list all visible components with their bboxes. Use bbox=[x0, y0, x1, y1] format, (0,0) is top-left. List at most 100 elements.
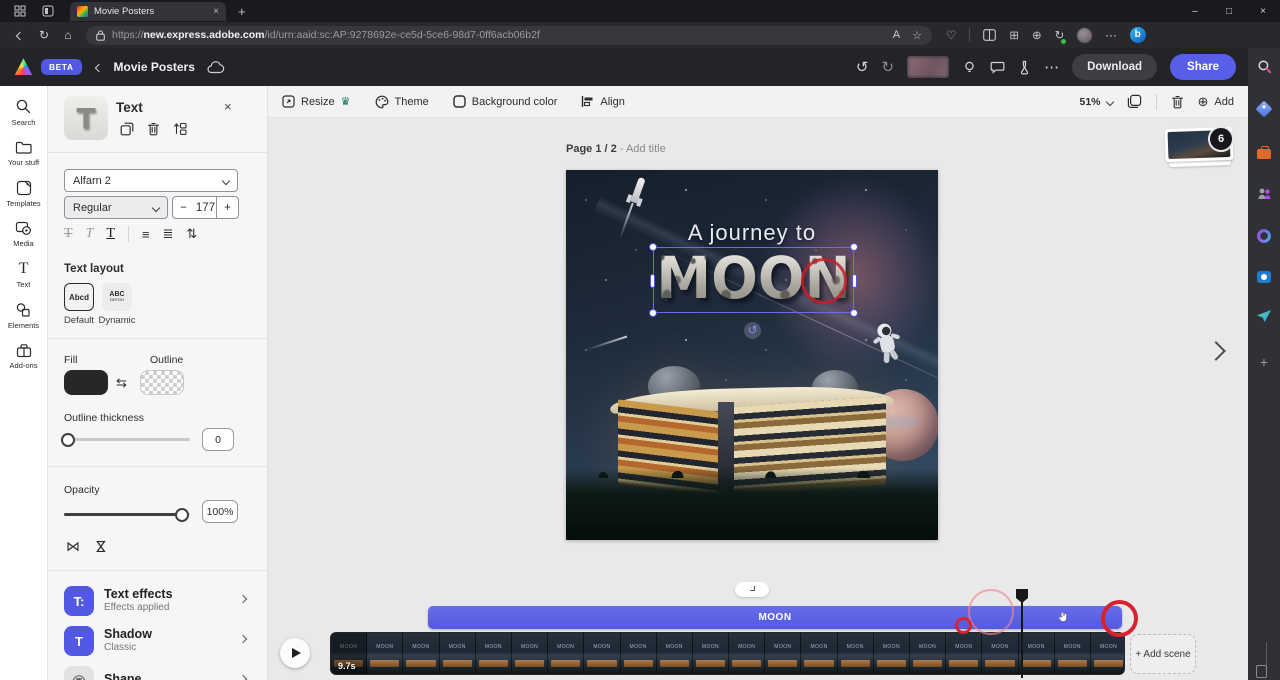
settings-more-icon[interactable]: ⋯ bbox=[1105, 28, 1117, 42]
filmstrip-frame[interactable]: MOON bbox=[367, 633, 403, 674]
italic-icon[interactable]: T bbox=[86, 226, 94, 242]
filmstrip-frame[interactable]: MOON bbox=[1019, 633, 1055, 674]
filmstrip-frame[interactable]: MOON bbox=[476, 633, 512, 674]
adobe-express-logo[interactable] bbox=[14, 58, 33, 77]
timeline-collapse-button[interactable] bbox=[735, 582, 769, 597]
comment-icon[interactable] bbox=[990, 60, 1005, 74]
opacity-value[interactable]: 100% bbox=[202, 500, 238, 523]
sidebar-shopping-icon[interactable] bbox=[1256, 101, 1272, 117]
browser-essentials-icon[interactable]: ♡ bbox=[946, 28, 956, 42]
add-scene-button[interactable]: + Add scene bbox=[1130, 634, 1196, 674]
sidebar-item-search[interactable]: Search bbox=[12, 98, 36, 127]
new-tab-button[interactable]: + bbox=[238, 4, 246, 19]
next-page-chevron[interactable] bbox=[1206, 341, 1226, 361]
line-spacing-icon[interactable]: ⇅ bbox=[186, 226, 197, 242]
resize-handle-w[interactable] bbox=[650, 274, 655, 288]
collections-icon[interactable]: ⊕ bbox=[1032, 28, 1042, 42]
apps-grid-icon[interactable] bbox=[12, 4, 28, 18]
filmstrip-frame[interactable]: MOON bbox=[1055, 633, 1091, 674]
sidebar-item-templates[interactable]: Templates bbox=[6, 180, 40, 208]
duplicate-page-icon[interactable] bbox=[1127, 94, 1142, 109]
filmstrip-frame[interactable]: MOON bbox=[729, 633, 765, 674]
layout-dynamic-button[interactable]: ABC DEFGH bbox=[102, 283, 132, 311]
sidebar-item-media[interactable]: Media bbox=[13, 221, 33, 248]
filmstrip-frame[interactable]: MOON bbox=[910, 633, 946, 674]
layout-default-button[interactable]: Abcd bbox=[64, 283, 94, 311]
background-color-button[interactable]: Background color bbox=[453, 95, 558, 108]
flip-vertical-icon[interactable]: ⋈ bbox=[93, 540, 110, 554]
playhead[interactable] bbox=[1021, 598, 1023, 678]
document-title[interactable]: Movie Posters bbox=[114, 60, 195, 74]
back-button[interactable] bbox=[8, 28, 32, 42]
filmstrip-frame[interactable]: MOON bbox=[838, 633, 874, 674]
sidebar-shutter-icon[interactable] bbox=[1256, 228, 1272, 244]
list-icon[interactable]: ≣ bbox=[163, 226, 174, 242]
poster-subtitle-text[interactable]: A journey to bbox=[566, 220, 938, 246]
font-family-select[interactable]: Alfarn 2 bbox=[64, 169, 238, 192]
filmstrip-frames[interactable]: MOONMOONMOONMOONMOONMOONMOONMOONMOONMOON… bbox=[330, 632, 1125, 675]
sidebar-camera-icon[interactable] bbox=[1256, 268, 1272, 284]
beaker-icon[interactable] bbox=[1018, 60, 1031, 75]
zoom-select[interactable]: 51% bbox=[1080, 96, 1113, 108]
poster-page[interactable]: A journey to MOON ↺ bbox=[566, 170, 938, 540]
download-button[interactable]: Download bbox=[1072, 54, 1157, 80]
duplicate-icon[interactable] bbox=[120, 122, 134, 136]
filmstrip-frame[interactable]: MOON bbox=[982, 633, 1018, 674]
panel-close-icon[interactable]: × bbox=[224, 99, 232, 114]
sidebar-item-your-stuff[interactable]: Your stuff bbox=[8, 140, 39, 167]
favorite-star-icon[interactable]: ☆ bbox=[912, 29, 922, 42]
shadow-row[interactable]: T Shadow Classic bbox=[48, 624, 268, 662]
sidebar-item-add-ons[interactable]: Add-ons bbox=[10, 343, 38, 370]
slider-thumb[interactable] bbox=[175, 508, 189, 522]
sidebar-item-elements[interactable]: Elements bbox=[8, 302, 39, 330]
layer-order-icon[interactable] bbox=[173, 122, 188, 136]
sidebar-search-icon[interactable] bbox=[1256, 58, 1272, 74]
filmstrip-frame[interactable]: MOON bbox=[946, 633, 982, 674]
resize-handle-sw[interactable] bbox=[649, 309, 657, 317]
filmstrip-frame[interactable]: MOON bbox=[657, 633, 693, 674]
align-text-icon[interactable]: ≡ bbox=[142, 227, 150, 242]
split-screen-icon[interactable] bbox=[983, 29, 996, 41]
close-button[interactable]: × bbox=[1246, 6, 1280, 17]
pages-stack-thumbnail[interactable]: 6 bbox=[1165, 128, 1237, 174]
maximize-button[interactable]: □ bbox=[1212, 6, 1246, 17]
delete-icon[interactable] bbox=[147, 122, 160, 136]
profile-avatar[interactable] bbox=[1077, 28, 1092, 43]
sidebar-item-text[interactable]: T Text bbox=[17, 261, 31, 289]
favorites-bar-icon[interactable]: ⊞ bbox=[1009, 28, 1019, 42]
sync-status-icon[interactable]: ↻ bbox=[1055, 28, 1065, 42]
opacity-slider[interactable] bbox=[64, 513, 190, 516]
url-field[interactable]: https://new.express.adobe.com/id/urn:aai… bbox=[86, 26, 932, 45]
swap-colors-icon[interactable]: ⇆ bbox=[116, 375, 127, 391]
resize-handle-ne[interactable] bbox=[850, 243, 858, 251]
filmstrip-frame[interactable]: MOON bbox=[512, 633, 548, 674]
underline-icon[interactable]: T bbox=[106, 226, 115, 242]
sidebar-people-icon[interactable] bbox=[1256, 186, 1272, 202]
rotate-handle[interactable]: ↺ bbox=[744, 322, 761, 339]
minimize-button[interactable]: – bbox=[1178, 6, 1212, 17]
theme-button[interactable]: Theme bbox=[375, 95, 429, 109]
font-size-decrease-button[interactable]: − bbox=[172, 196, 195, 219]
schedule-pin-icon[interactable] bbox=[962, 60, 977, 75]
filmstrip-frame[interactable]: MOON bbox=[584, 633, 620, 674]
home-button[interactable]: ⌂ bbox=[56, 28, 80, 42]
filmstrip-frame[interactable]: MOON bbox=[403, 633, 439, 674]
more-options-icon[interactable]: ⋯ bbox=[1044, 58, 1059, 76]
flip-horizontal-icon[interactable]: ⋈ bbox=[66, 538, 80, 555]
filmstrip-frame[interactable]: MOON bbox=[440, 633, 476, 674]
tab-close-icon[interactable]: × bbox=[213, 6, 219, 17]
resize-handle-e[interactable] bbox=[852, 274, 857, 288]
fill-color-swatch[interactable] bbox=[64, 370, 108, 395]
undo-icon[interactable]: ↺ bbox=[856, 58, 869, 76]
workspace-icon[interactable] bbox=[40, 4, 56, 18]
outline-thickness-slider[interactable] bbox=[64, 438, 190, 441]
strikethrough-icon[interactable]: T bbox=[64, 226, 73, 242]
timeline-text-track[interactable]: MOON bbox=[428, 606, 1122, 629]
page-label[interactable]: Page 1 / 2 - Add title bbox=[566, 143, 666, 155]
add-page-button[interactable]: ⊕Add bbox=[1198, 94, 1234, 110]
outline-color-swatch[interactable] bbox=[140, 370, 184, 395]
browser-tab[interactable]: Movie Posters × bbox=[70, 2, 226, 21]
filmstrip-frame[interactable]: MOON bbox=[801, 633, 837, 674]
sidebar-add-icon[interactable]: + bbox=[1256, 354, 1272, 370]
read-aloud-icon[interactable]: A bbox=[893, 29, 900, 42]
